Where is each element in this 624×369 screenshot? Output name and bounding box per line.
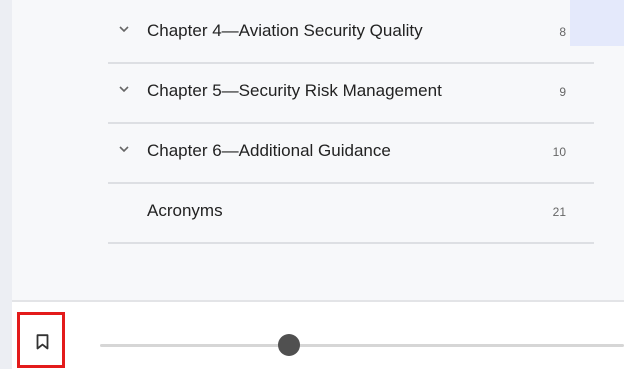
toc-item-page-number: 21: [552, 205, 566, 219]
toc-item-chapter-6[interactable]: Chapter 6—Additional Guidance 10: [108, 124, 594, 184]
toc-item-page-number: 10: [552, 145, 566, 159]
toc-panel: Chapter 4—Aviation Security Quality 8 Ch…: [12, 0, 624, 300]
left-strip: [0, 0, 12, 369]
bookmark-button[interactable]: [17, 312, 65, 368]
chevron-down-icon[interactable]: [118, 83, 130, 95]
toc-item-page-number: 9: [559, 85, 566, 99]
page-slider-track[interactable]: [100, 344, 624, 347]
bottom-toolbar: [12, 302, 624, 369]
chevron-down-icon[interactable]: [118, 143, 130, 155]
toc-item-label: Chapter 6—Additional Guidance: [147, 141, 391, 160]
toc-item-acronyms[interactable]: Acronyms 21: [108, 184, 594, 244]
bookmark-icon: [36, 334, 49, 350]
toc-item-label: Chapter 5—Security Risk Management: [147, 81, 442, 100]
page-slider-thumb[interactable]: [277, 334, 300, 356]
top-right-accent: [570, 0, 624, 46]
toc-item-label: Acronyms: [147, 201, 223, 220]
toc-item-page-number: 8: [559, 25, 566, 39]
toc-list: Chapter 4—Aviation Security Quality 8 Ch…: [108, 4, 594, 244]
toc-item-chapter-5[interactable]: Chapter 5—Security Risk Management 9: [108, 64, 594, 124]
toc-item-label: Chapter 4—Aviation Security Quality: [147, 21, 423, 40]
toc-item-chapter-4[interactable]: Chapter 4—Aviation Security Quality 8: [108, 4, 594, 64]
chevron-down-icon[interactable]: [118, 23, 130, 35]
